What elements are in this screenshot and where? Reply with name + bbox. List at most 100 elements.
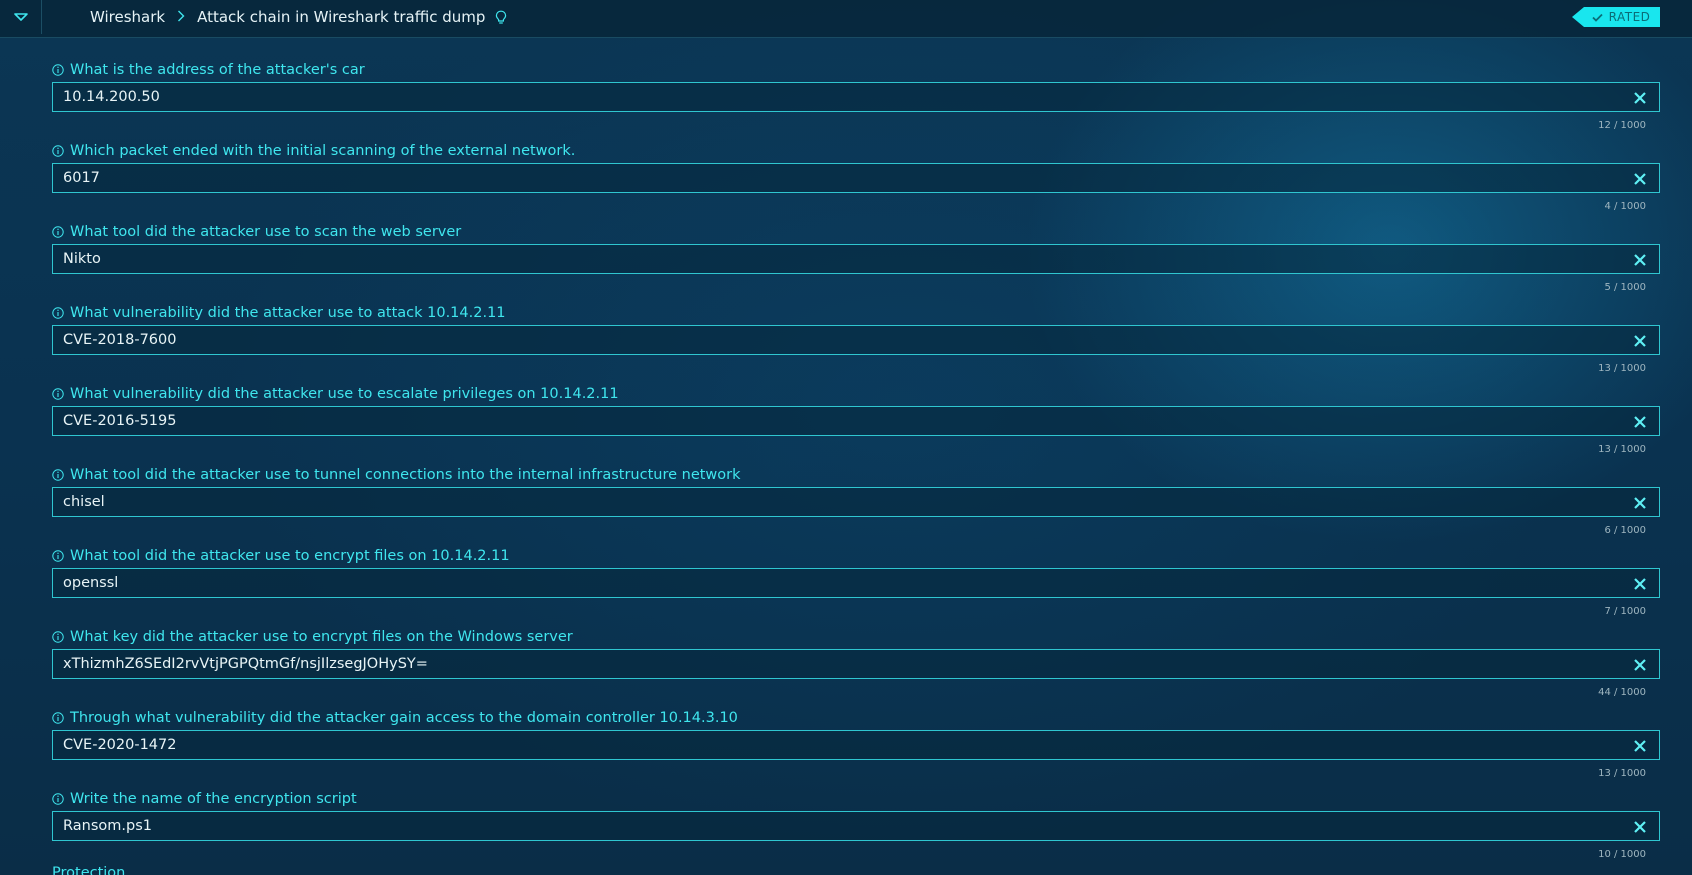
answer-input[interactable] xyxy=(63,489,1603,515)
question-text: What tool did the attacker use to scan t… xyxy=(70,224,462,240)
clear-button[interactable] xyxy=(1631,170,1649,188)
close-icon xyxy=(1634,497,1646,509)
answer-field xyxy=(52,568,1660,598)
chevron-down-icon xyxy=(13,13,28,21)
clear-button[interactable] xyxy=(1631,413,1649,431)
status-badge-label: RATED xyxy=(1608,10,1651,24)
question-label: What tool did the attacker use to tunnel… xyxy=(52,463,1660,487)
question-text: What tool did the attacker use to tunnel… xyxy=(70,467,741,483)
char-counter: 44 / 1000 xyxy=(1598,687,1646,698)
info-icon xyxy=(52,469,64,481)
char-counter: 12 / 1000 xyxy=(1598,120,1646,131)
question-label: What vulnerability did the attacker use … xyxy=(52,301,1660,325)
close-icon xyxy=(1634,740,1646,752)
char-counter: 5 / 1000 xyxy=(1604,282,1646,293)
chevron-right-icon xyxy=(177,8,185,26)
clear-button[interactable] xyxy=(1631,818,1649,836)
close-icon xyxy=(1634,659,1646,671)
status-badge: RATED xyxy=(1572,7,1660,27)
answer-field xyxy=(52,730,1660,760)
breadcrumb: Wireshark Attack chain in Wireshark traf… xyxy=(90,0,507,34)
char-counter: 6 / 1000 xyxy=(1604,525,1646,536)
collapse-button[interactable] xyxy=(0,0,42,34)
clear-button[interactable] xyxy=(1631,656,1649,674)
clear-button[interactable] xyxy=(1631,494,1649,512)
char-counter: 13 / 1000 xyxy=(1598,768,1646,779)
answer-field xyxy=(52,406,1660,436)
answer-field xyxy=(52,244,1660,274)
answer-field xyxy=(52,649,1660,679)
question-item: What vulnerability did the attacker use … xyxy=(52,301,1660,382)
char-counter: 13 / 1000 xyxy=(1598,444,1646,455)
char-counter: 13 / 1000 xyxy=(1598,363,1646,374)
char-counter: 10 / 1000 xyxy=(1598,849,1646,860)
question-item: What key did the attacker use to encrypt… xyxy=(52,625,1660,706)
clear-button[interactable] xyxy=(1631,89,1649,107)
question-list: What is the address of the attacker's ca… xyxy=(52,58,1660,868)
answer-input[interactable] xyxy=(63,165,1603,191)
close-icon xyxy=(1634,335,1646,347)
question-text: What is the address of the attacker's ca… xyxy=(70,62,365,78)
char-counter: 4 / 1000 xyxy=(1604,201,1646,212)
question-item: Through what vulnerability did the attac… xyxy=(52,706,1660,787)
info-icon xyxy=(52,307,64,319)
clear-button[interactable] xyxy=(1631,737,1649,755)
question-text: What vulnerability did the attacker use … xyxy=(70,305,506,321)
question-label: What is the address of the attacker's ca… xyxy=(52,58,1660,82)
info-icon xyxy=(52,631,64,643)
question-label: What tool did the attacker use to scan t… xyxy=(52,220,1660,244)
clear-button[interactable] xyxy=(1631,332,1649,350)
question-item: What tool did the attacker use to encryp… xyxy=(52,544,1660,625)
question-label: Which packet ended with the initial scan… xyxy=(52,139,1660,163)
question-item: What tool did the attacker use to tunnel… xyxy=(52,463,1660,544)
answer-input[interactable] xyxy=(63,246,1603,272)
check-icon xyxy=(1591,13,1603,22)
clear-button[interactable] xyxy=(1631,575,1649,593)
info-icon xyxy=(52,226,64,238)
close-icon xyxy=(1634,254,1646,266)
question-text: What tool did the attacker use to encryp… xyxy=(70,548,510,564)
answer-input[interactable] xyxy=(63,570,1603,596)
question-label: What tool did the attacker use to encryp… xyxy=(52,544,1660,568)
info-icon xyxy=(52,550,64,562)
answer-field xyxy=(52,811,1660,841)
question-text: Write the name of the encryption script xyxy=(70,791,357,807)
question-text: Through what vulnerability did the attac… xyxy=(70,710,738,726)
question-label: What key did the attacker use to encrypt… xyxy=(52,625,1660,649)
info-icon xyxy=(52,145,64,157)
answer-input[interactable] xyxy=(63,651,1603,677)
answer-field xyxy=(52,325,1660,355)
answer-input[interactable] xyxy=(63,813,1603,839)
question-label: What vulnerability did the attacker use … xyxy=(52,382,1660,406)
section-heading-cutoff: Protection xyxy=(52,866,126,875)
question-item: What tool did the attacker use to scan t… xyxy=(52,220,1660,301)
question-text: What key did the attacker use to encrypt… xyxy=(70,629,573,645)
char-counter: 7 / 1000 xyxy=(1604,606,1646,617)
info-icon xyxy=(52,793,64,805)
question-item: Which packet ended with the initial scan… xyxy=(52,139,1660,220)
close-icon xyxy=(1634,578,1646,590)
close-icon xyxy=(1634,173,1646,185)
close-icon xyxy=(1634,92,1646,104)
info-icon xyxy=(52,388,64,400)
breadcrumb-current: Attack chain in Wireshark traffic dump xyxy=(197,8,486,26)
answer-input[interactable] xyxy=(63,327,1603,353)
close-icon xyxy=(1634,821,1646,833)
answer-field xyxy=(52,487,1660,517)
close-icon xyxy=(1634,416,1646,428)
breadcrumb-root[interactable]: Wireshark xyxy=(90,8,165,26)
question-label: Write the name of the encryption script xyxy=(52,787,1660,811)
answer-field xyxy=(52,163,1660,193)
question-item: What is the address of the attacker's ca… xyxy=(52,58,1660,139)
question-item: What vulnerability did the attacker use … xyxy=(52,382,1660,463)
question-text: Which packet ended with the initial scan… xyxy=(70,143,576,159)
answer-input[interactable] xyxy=(63,84,1603,110)
answer-input[interactable] xyxy=(63,732,1603,758)
info-icon xyxy=(52,64,64,76)
clear-button[interactable] xyxy=(1631,251,1649,269)
question-text: What vulnerability did the attacker use … xyxy=(70,386,619,402)
lightbulb-icon[interactable] xyxy=(495,10,507,25)
answer-input[interactable] xyxy=(63,408,1603,434)
answer-field xyxy=(52,82,1660,112)
info-icon xyxy=(52,712,64,724)
